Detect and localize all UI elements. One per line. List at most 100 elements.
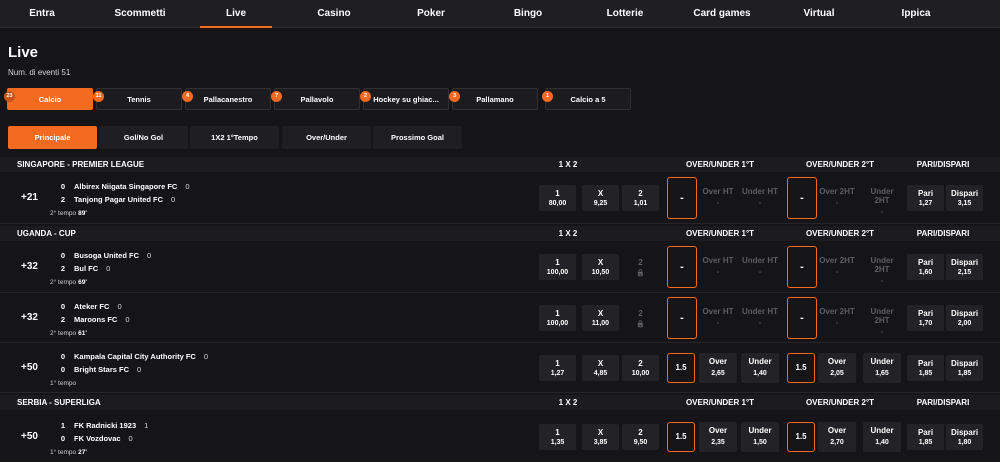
odds-value: 1,27 [550, 370, 565, 377]
odds-button-x[interactable]: X 11,00 [582, 305, 619, 331]
sport-chip-calcio-a-5[interactable]: 1 Calcio a 5 [542, 88, 631, 110]
odds-value: 100,00 [546, 320, 569, 327]
odds-outcome: Dispari [950, 309, 979, 318]
dispari-button[interactable]: Dispari 2,15 [946, 254, 983, 280]
dispari-button[interactable]: Dispari 1,80 [946, 424, 983, 450]
more-markets-count[interactable]: +21 [21, 192, 38, 203]
odds-button-x[interactable]: X 4,85 [582, 355, 619, 381]
odds-outcome: 1 [555, 309, 560, 318]
pari-button[interactable]: Pari 1,27 [907, 185, 944, 211]
odds-value: 2,15 [957, 269, 972, 276]
odds-button-1[interactable]: 1 100,00 [539, 254, 576, 280]
nav-item-virtual[interactable]: Virtual [778, 0, 861, 28]
tab-over-under[interactable]: Over/Under [282, 126, 371, 149]
sport-label: Hockey su ghiac... [373, 95, 439, 104]
sport-chip-pallacanestro[interactable]: 4 Pallacanestro [182, 88, 271, 110]
over-under-1t-line[interactable]: - [667, 297, 697, 339]
pari-button[interactable]: Pari 1,60 [907, 254, 944, 280]
col-header-over-under-2t: OVER/UNDER 2°T [805, 160, 875, 169]
over-under-2t-line[interactable]: 1.5 [787, 422, 815, 452]
match-time: 2° tempo 89' [50, 210, 87, 217]
nav-item-entra[interactable]: Entra [3, 0, 81, 28]
sport-chip-pallamano[interactable]: 3 Pallamano [449, 88, 538, 110]
nav-item-poker[interactable]: Poker [391, 0, 471, 28]
match-row[interactable]: +50 1 FK Radnicki 1923 1 0 FK Vozdovac 0 1° tem… [0, 410, 1000, 462]
odds-button-1[interactable]: 1 100,00 [539, 305, 576, 331]
over-under-1t-line[interactable]: - [667, 246, 697, 288]
match-row[interactable]: +32 0 Ateker FC 0 2 Maroons FC 0 2° tempo 61' 1 10… [0, 293, 1000, 343]
pari-button[interactable]: Pari 1,85 [907, 424, 944, 450]
odds-button-2[interactable]: 2 1,01 [622, 185, 659, 211]
match-period: 1° tempo [50, 449, 77, 456]
over-under-2t-line[interactable]: 1.5 [787, 353, 815, 383]
nav-item-ippica[interactable]: Ippica [876, 0, 957, 28]
more-markets-count[interactable]: +50 [21, 362, 38, 373]
match-row[interactable]: +32 0 Busoga United FC 0 2 Bul FC 0 2° tempo 69'… [0, 241, 1000, 293]
dispari-button[interactable]: Dispari 2,00 [946, 305, 983, 331]
team-ht-score: 0 [117, 302, 122, 311]
nav-item-scommetti[interactable]: Scommetti [88, 0, 191, 28]
match-row[interactable]: +50 0 Kampala Capital City Authority FC 0 0 B… [0, 343, 1000, 393]
odds-button-x[interactable]: X 3,85 [582, 424, 619, 450]
home-team: 1 FK Radnicki 1923 1 [52, 421, 148, 430]
team-name: Albirex Niigata Singapore FC [74, 182, 178, 191]
over-under-2t-line[interactable]: - [787, 297, 817, 339]
tab-gol-no-gol[interactable]: Gol/No Gol [99, 126, 188, 149]
away-team: 2 Maroons FC 0 [52, 315, 130, 324]
more-markets-count[interactable]: +32 [21, 261, 38, 272]
over-under-2t-line[interactable]: - [787, 246, 817, 288]
league-name: SINGAPORE - PREMIER LEAGUE [17, 160, 145, 169]
nav-item-lotterie[interactable]: Lotterie [581, 0, 670, 28]
team-name: Busoga United FC [74, 251, 139, 260]
over-1t-button[interactable]: Over 2,35 [699, 422, 737, 452]
under-1t-button[interactable]: Under 1,40 [741, 353, 779, 383]
sport-chip-pallavolo[interactable]: 7 Pallavolo [271, 88, 360, 110]
ou-label: Under HT [742, 187, 778, 196]
odds-button-x[interactable]: X 10,50 [582, 254, 619, 280]
over-under-1t-line[interactable]: 1.5 [667, 353, 695, 383]
under-2t-button[interactable]: Under 1,40 [863, 422, 901, 452]
ou-value: 1,40 [875, 439, 889, 446]
ou-label: Over 2HT [819, 187, 855, 196]
nav-item-live[interactable]: Live [199, 0, 273, 28]
odds-button-1[interactable]: 1 1,35 [539, 424, 576, 450]
nav-item-card-games[interactable]: Card games [667, 0, 776, 28]
sport-chip-tennis[interactable]: 11 Tennis [93, 88, 182, 110]
odds-value: 2,00 [957, 320, 972, 327]
tab-1x2-1-tempo[interactable]: 1X2 1°Tempo [190, 126, 279, 149]
sport-chip-calcio[interactable]: 23 Calcio [4, 88, 93, 110]
odds-button-2[interactable]: 2 9,50 [622, 424, 659, 450]
sport-chip-hockey-su-ghiac-[interactable]: 2 Hockey su ghiac... [360, 88, 449, 110]
nav-item-bingo[interactable]: Bingo [488, 0, 568, 28]
more-markets-count[interactable]: +50 [21, 431, 38, 442]
over-1t-button[interactable]: Over 2,65 [699, 353, 737, 383]
team-score: 2 [60, 315, 66, 324]
more-markets-count[interactable]: +32 [21, 312, 38, 323]
match-period: 1° tempo [50, 380, 77, 387]
odds-button-1[interactable]: 1 80,00 [539, 185, 576, 211]
match-row[interactable]: +21 0 Albirex Niigata Singapore FC 0 2 Tanjon… [0, 172, 1000, 224]
nav-item-casino[interactable]: Casino [291, 0, 376, 28]
over-under-1t-line[interactable]: 1.5 [667, 422, 695, 452]
ou-label: Over HT [702, 256, 734, 265]
under-1t-button[interactable]: Under 1,50 [741, 422, 779, 452]
odds-button-x[interactable]: X 9,25 [582, 185, 619, 211]
sport-label: Calcio a 5 [570, 95, 606, 104]
dispari-button[interactable]: Dispari 1,85 [946, 355, 983, 381]
odds-button-2[interactable]: 2 10,00 [622, 355, 659, 381]
dispari-button[interactable]: Dispari 3,15 [946, 185, 983, 211]
ou-value: 1,40 [753, 370, 767, 377]
over-under-2t-line[interactable]: - [787, 177, 817, 219]
lock-icon: 🔒 [636, 270, 645, 277]
tab-principale[interactable]: Principale [8, 126, 97, 149]
over-under-1t-line[interactable]: - [667, 177, 697, 219]
pari-button[interactable]: Pari 1,70 [907, 305, 944, 331]
under-2t-button[interactable]: Under 1,65 [863, 353, 901, 383]
over-2t-button[interactable]: Over 2,05 [818, 353, 856, 383]
pari-button[interactable]: Pari 1,85 [907, 355, 944, 381]
over-2t-button[interactable]: Over 2,70 [818, 422, 856, 452]
tab-prossimo-goal[interactable]: Prossimo Goal [373, 126, 462, 149]
league-name: UGANDA - CUP [17, 229, 76, 238]
odds-button-1[interactable]: 1 1,27 [539, 355, 576, 381]
col-header-over-under-2t: OVER/UNDER 2°T [805, 229, 875, 238]
